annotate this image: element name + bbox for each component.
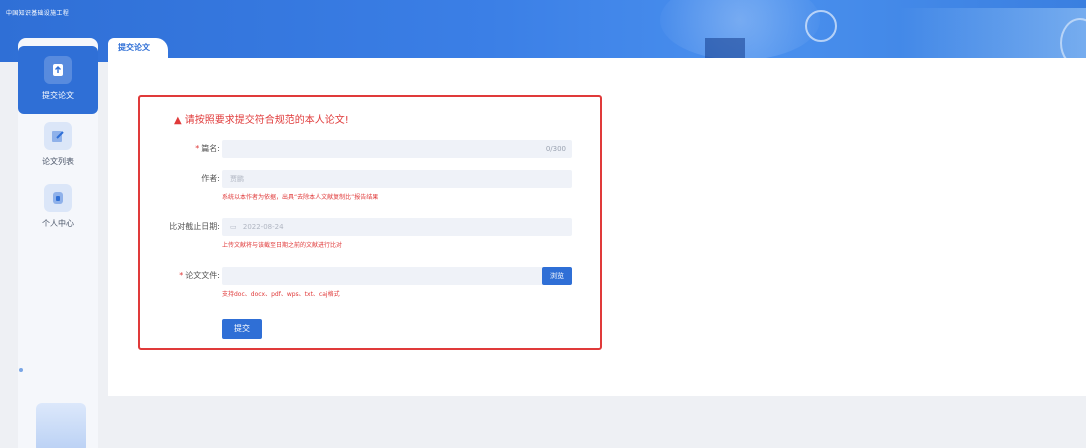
calendar-icon: ▭ [230, 223, 237, 231]
author-label: 作者: [201, 174, 220, 183]
sidebar-item-paper-list[interactable]: 论文列表 [18, 122, 98, 167]
deadline-label: 比对截止日期: [169, 222, 220, 231]
warning-icon: ▲ [174, 115, 182, 126]
sidebar-item-label: 提交论文 [42, 91, 74, 100]
sidebar-item-label: 个人中心 [42, 219, 74, 228]
author-field: 贾鹏 [222, 170, 572, 188]
decorative-dot [19, 368, 23, 372]
sidebar-illustration [36, 403, 86, 448]
tab-submit-paper[interactable]: 提交论文 [108, 38, 168, 58]
footer-area [108, 396, 1086, 448]
sidebar: 提交论文 论文列表 个人中心 [18, 38, 98, 448]
title-label: * 篇名: [195, 144, 220, 153]
file-path-input[interactable]: 浏览 [222, 267, 572, 285]
title-char-counter: 0/300 [545, 145, 566, 153]
deadline-hint: 上传文献将与该截至日期之前的文献进行比对 [222, 242, 343, 249]
file-label: * 论文文件: [179, 271, 220, 280]
upload-doc-icon [44, 56, 72, 84]
brand-title: 中国知识基础设施工程 [6, 10, 70, 17]
file-format-hint: 支持doc、docx、pdf、wps、txt、caj格式 [222, 291, 340, 298]
tab-bar: 提交论文 [108, 38, 1086, 58]
author-hint: 系统以本作者为依据，出具“去除本人文献复制比”报告结果 [222, 194, 379, 201]
submit-button[interactable]: 提交 [222, 319, 262, 339]
sidebar-item-label: 论文列表 [42, 157, 74, 166]
browse-button[interactable]: 浏览 [542, 267, 572, 285]
sidebar-item-submit-paper[interactable]: 提交论文 [18, 46, 98, 114]
deadline-date-field[interactable]: ▭ 2022-08-24 [222, 218, 572, 236]
edit-list-icon [44, 122, 72, 150]
main-content: ▲ 请按照要求提交符合规范的本人论文! * 篇名: 0/300 作者: 贾鹏 系统以… [108, 58, 1086, 396]
user-center-icon [44, 184, 72, 212]
title-input[interactable]: 0/300 [222, 140, 572, 158]
warning-message: ▲ 请按照要求提交符合规范的本人论文! [174, 115, 349, 126]
submit-form: ▲ 请按照要求提交符合规范的本人论文! * 篇名: 0/300 作者: 贾鹏 系统以… [138, 95, 602, 350]
sidebar-item-user-center[interactable]: 个人中心 [18, 184, 98, 229]
